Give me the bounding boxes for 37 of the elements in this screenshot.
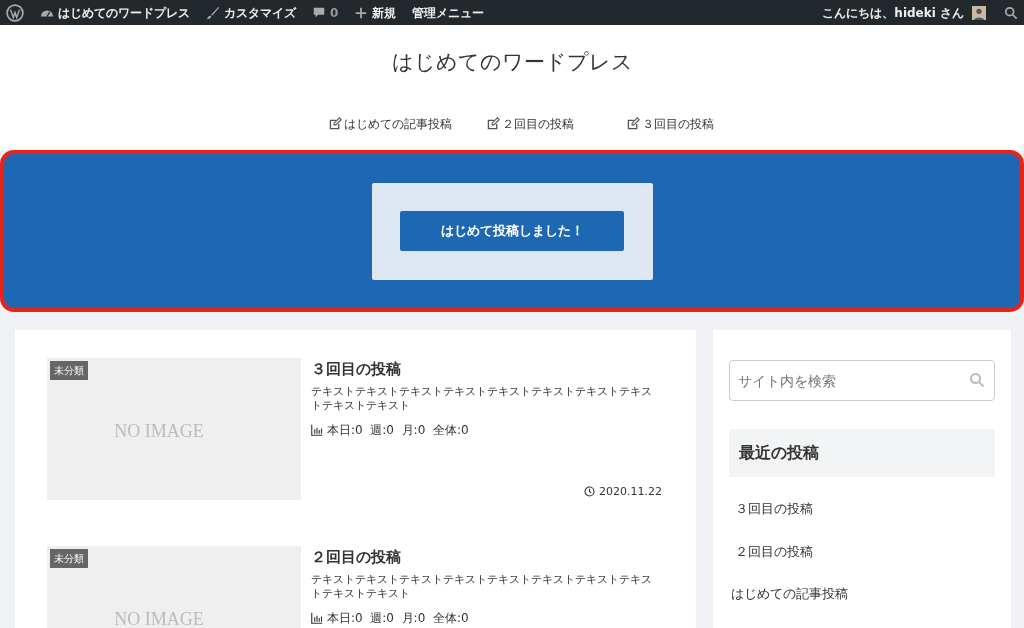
admin-bar-item[interactable]: 0 [312, 3, 339, 22]
edit-icon [328, 116, 342, 131]
search-field[interactable]: サイト内を検索 [729, 360, 995, 401]
view-stats: 本日:0 週:0 月:0 全体:0 [327, 422, 469, 440]
search-icon [969, 372, 985, 388]
view-stats: 本日:0 週:0 月:0 全体:0 [327, 610, 469, 628]
admin-bar-item[interactable]: 管理メニュー [412, 3, 485, 22]
clock-icon [584, 486, 595, 498]
edit-icon [486, 116, 500, 131]
admin-bar-item[interactable]: カスタマイズ [206, 3, 296, 22]
category-label[interactable]: 未分類 [50, 549, 88, 568]
site-title: はじめてのワードプレス [390, 49, 634, 76]
recent-post-link[interactable]: はじめての記事投稿 [729, 584, 995, 604]
plus-icon [354, 5, 369, 20]
recent-post-link[interactable]: ３回目の投稿 [729, 499, 995, 519]
edit-icon [626, 116, 640, 131]
brush-icon [206, 5, 220, 20]
post-date: 2020.11.22 [599, 483, 662, 500]
admin-bar-item[interactable]: 新規 [354, 3, 397, 22]
post-title[interactable]: ２回目の投稿 [311, 546, 662, 569]
recent-post-link[interactable]: ２回目の投稿 [729, 541, 995, 561]
nav-link[interactable]: ３回目の投稿 [626, 114, 736, 133]
nav-link[interactable]: はじめての記事投稿 [328, 114, 456, 133]
bar-chart-icon [311, 612, 323, 625]
avatar-icon [972, 5, 986, 20]
widget-heading: 最近の投稿 [729, 429, 995, 477]
post-title[interactable]: ３回目の投稿 [311, 358, 662, 381]
post-excerpt: テキストテキストテキストテキストテキストテキストテキストテキストテキストテキスト [311, 572, 653, 602]
bar-chart-icon [311, 424, 323, 437]
category-label[interactable]: 未分類 [50, 361, 88, 380]
nav-link[interactable]: ２回目の投稿 [486, 114, 596, 133]
banner-button[interactable]: はじめて投稿しました！ [400, 211, 624, 251]
wordpress-logo-icon[interactable] [6, 3, 24, 22]
admin-bar-item[interactable]: はじめてのワードプレス [40, 3, 190, 22]
greeting-link[interactable]: こんにちは、hideki さん [822, 3, 964, 22]
post-excerpt: テキストテキストテキストテキストテキストテキストテキストテキストテキストテキスト [311, 384, 653, 414]
search-icon [1004, 5, 1018, 20]
